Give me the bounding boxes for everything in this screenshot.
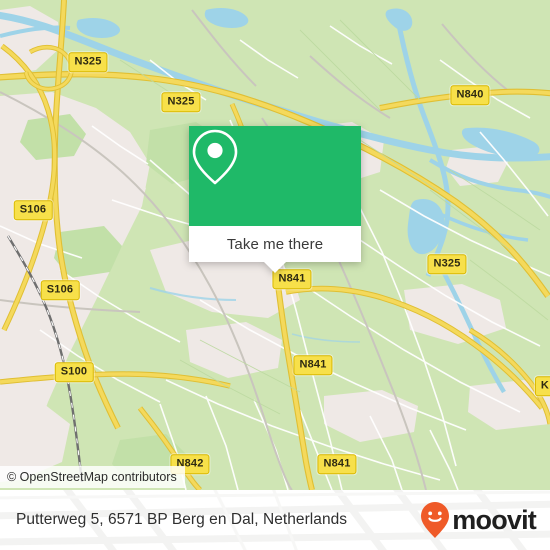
map-canvas[interactable]: N325 N325 N840 S106 N325 N841 S106 S100 … xyxy=(0,0,550,490)
address-label: Putterweg 5, 6571 BP Berg en Dal, Nether… xyxy=(16,511,348,528)
road-shield-n840[interactable]: N840 xyxy=(450,85,490,105)
take-me-there-button[interactable]: Take me there xyxy=(189,226,361,273)
road-shield-s106-1[interactable]: S106 xyxy=(13,200,53,220)
road-shield-s100[interactable]: S100 xyxy=(54,362,94,382)
road-shield-s106-2[interactable]: S106 xyxy=(40,280,80,300)
road-shield-n325-3[interactable]: N325 xyxy=(427,254,467,274)
callout-pointer xyxy=(264,262,286,273)
location-callout-card[interactable]: Take me there xyxy=(189,126,361,273)
footer-content: Putterweg 5, 6571 BP Berg en Dal, Nether… xyxy=(0,490,550,550)
map-screenshot-root: N325 N325 N840 S106 N325 N841 S106 S100 … xyxy=(0,0,550,550)
footer-bar: Putterweg 5, 6571 BP Berg en Dal, Nether… xyxy=(0,490,550,550)
osm-attribution[interactable]: © OpenStreetMap contributors xyxy=(0,466,185,488)
road-shield-n325-1[interactable]: N325 xyxy=(68,52,108,72)
moovit-smiley-pin-icon xyxy=(421,502,450,538)
road-shield-k[interactable]: K xyxy=(534,376,550,396)
moovit-wordmark: moovit xyxy=(452,504,537,535)
road-shield-n841-3[interactable]: N841 xyxy=(317,454,357,474)
take-me-there-label: Take me there xyxy=(226,235,324,253)
callout-icon-area xyxy=(189,126,361,226)
map-pin-icon xyxy=(192,129,238,185)
moovit-logo[interactable]: moovit xyxy=(420,501,537,539)
road-shield-n841-2[interactable]: N841 xyxy=(293,355,333,375)
road-shield-n325-2[interactable]: N325 xyxy=(161,92,201,112)
